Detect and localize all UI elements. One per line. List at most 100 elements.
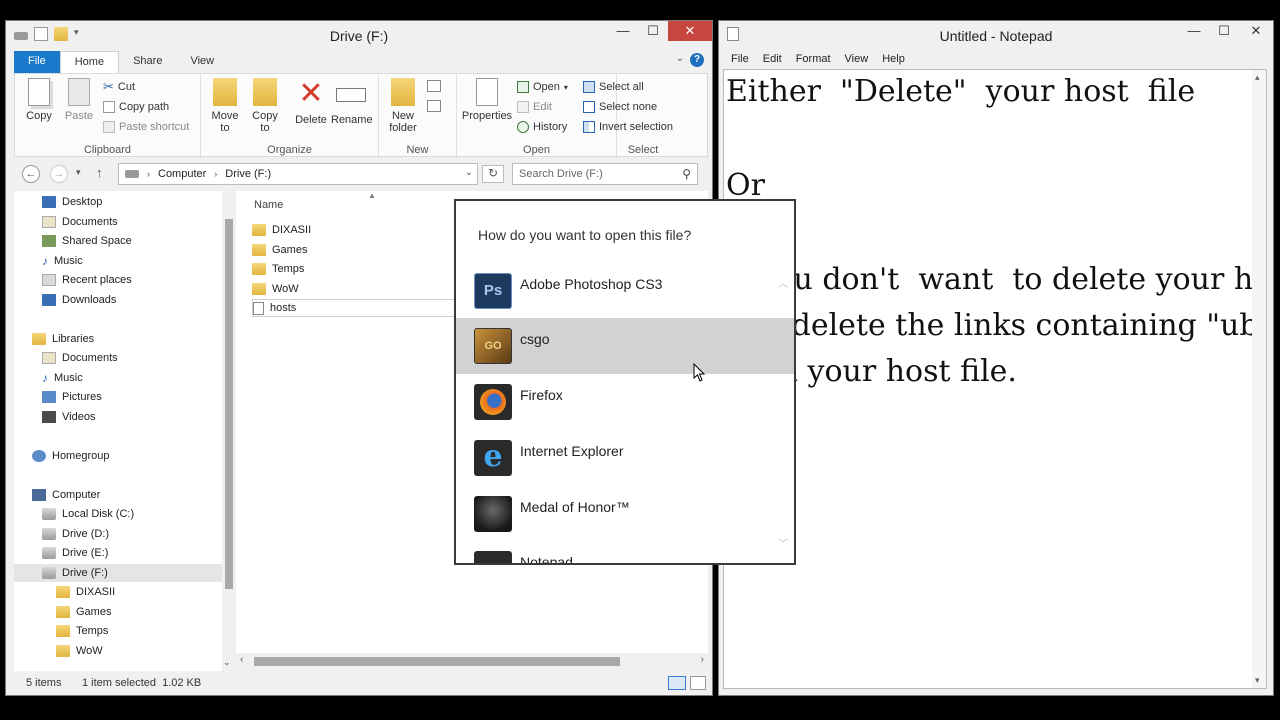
nav-item-drive-e[interactable]: Drive (E:) xyxy=(42,544,108,562)
copy-to-button[interactable]: Copy to xyxy=(245,78,285,134)
nav-item-shared-space[interactable]: Shared Space xyxy=(42,232,132,250)
nav-item-drive-f[interactable]: Drive (F:) xyxy=(14,564,222,582)
app-option-notepad[interactable]: Notepad xyxy=(456,541,794,563)
back-button[interactable]: ← xyxy=(22,165,40,183)
nav-item-wow[interactable]: WoW xyxy=(56,642,103,660)
refresh-icon[interactable]: ↻ xyxy=(482,165,504,183)
open-button[interactable]: Open ▾ xyxy=(517,78,568,96)
editor-scrollbar[interactable]: ▴ ▾ xyxy=(1252,70,1266,688)
nav-item-downloads[interactable]: Downloads xyxy=(42,291,116,309)
file-list-scrollbar[interactable]: ‹ › xyxy=(236,653,708,669)
menu-help[interactable]: Help xyxy=(882,53,905,65)
menu-format[interactable]: Format xyxy=(796,53,831,65)
explorer-titlebar[interactable]: ▾ Drive (F:) — ☐ ✕ xyxy=(6,21,712,49)
nav-item-dixasii[interactable]: DIXASII xyxy=(56,583,115,601)
nav-item-music[interactable]: ♪ Music xyxy=(42,252,83,270)
app-option-photoshop[interactable]: Ps Adobe Photoshop CS3 xyxy=(456,263,794,319)
recent-locations-icon[interactable]: ▾ xyxy=(76,167,81,178)
select-all-button[interactable]: Select all xyxy=(583,78,644,96)
search-input[interactable]: Search Drive (F:) ⚲ xyxy=(512,163,698,185)
file-item-wow[interactable]: WoW xyxy=(252,280,299,298)
nav-item-drive-d[interactable]: Drive (D:) xyxy=(42,525,109,543)
nav-item-local-disk-c[interactable]: Local Disk (C:) xyxy=(42,505,134,523)
tab-home[interactable]: Home xyxy=(59,51,120,73)
tab-view[interactable]: View xyxy=(176,51,228,73)
menu-edit[interactable]: Edit xyxy=(763,53,782,65)
chevron-down-icon[interactable]: ⌄ xyxy=(223,657,231,668)
chevron-down-icon[interactable]: ▾ xyxy=(1255,675,1260,686)
nav-item-lib-pictures[interactable]: Pictures xyxy=(42,388,102,406)
edit-button[interactable]: Edit xyxy=(517,98,552,116)
cut-button[interactable]: ✂ Cut xyxy=(103,78,135,96)
minimize-button[interactable]: — xyxy=(1179,21,1209,41)
tab-file[interactable]: File xyxy=(14,51,60,73)
documents-icon xyxy=(42,216,56,228)
breadcrumb-drive[interactable]: Drive (F:) xyxy=(225,168,271,180)
nav-item-documents[interactable]: Documents xyxy=(42,213,118,231)
notepad-titlebar[interactable]: Untitled - Notepad — ☐ ✕ xyxy=(719,21,1273,49)
copy-button[interactable]: Copy xyxy=(19,78,59,122)
invert-selection-button[interactable]: Invert selection xyxy=(583,118,673,136)
paste-shortcut-button[interactable]: Paste shortcut xyxy=(103,118,189,136)
file-item-games[interactable]: Games xyxy=(252,241,307,259)
nav-item-lib-music[interactable]: ♪ Music xyxy=(42,369,83,387)
nav-item-homegroup[interactable]: Homegroup xyxy=(32,447,109,465)
maximize-button[interactable]: ☐ xyxy=(638,21,668,41)
close-button[interactable]: ✕ xyxy=(668,21,712,41)
history-button[interactable]: History xyxy=(517,118,567,136)
menu-view[interactable]: View xyxy=(845,53,869,65)
forward-button[interactable]: → xyxy=(50,165,68,183)
chevron-down-icon[interactable]: ﹀ xyxy=(778,535,788,550)
nav-item-games[interactable]: Games xyxy=(56,603,111,621)
photoshop-icon: Ps xyxy=(474,273,512,309)
nav-item-recent-places[interactable]: Recent places xyxy=(42,271,132,289)
navigation-scrollbar[interactable] xyxy=(222,191,236,671)
select-none-button[interactable]: Select none xyxy=(583,98,657,116)
properties-button[interactable]: Properties xyxy=(459,78,515,122)
move-to-button[interactable]: Move to xyxy=(205,78,245,134)
app-option-csgo[interactable]: GO csgo xyxy=(456,318,794,374)
chevron-up-icon[interactable]: ▴ xyxy=(1255,72,1260,83)
delete-button[interactable]: ✕ Delete xyxy=(291,78,331,127)
up-arrow-icon[interactable]: ↑ xyxy=(96,165,103,180)
minimize-button[interactable]: — xyxy=(608,21,638,41)
app-option-internet-explorer[interactable]: e Internet Explorer xyxy=(456,430,794,486)
file-item-dixasii[interactable]: DIXASII xyxy=(252,221,311,239)
chevron-up-icon[interactable]: ︿ xyxy=(778,275,788,290)
chevron-down-icon[interactable]: ⌄ xyxy=(465,167,473,178)
new-folder-button[interactable]: New folder xyxy=(383,78,423,134)
column-header-name[interactable]: Name xyxy=(254,199,283,211)
scrollbar-thumb[interactable] xyxy=(254,657,620,666)
paste-button[interactable]: Paste xyxy=(59,78,99,122)
rename-button[interactable]: Rename xyxy=(331,78,373,126)
breadcrumb-computer[interactable]: Computer xyxy=(158,168,206,180)
nav-item-libraries[interactable]: Libraries xyxy=(32,330,94,348)
nav-item-temps[interactable]: Temps xyxy=(56,622,108,640)
help-icon[interactable]: ? xyxy=(690,53,704,67)
nav-label: Drive (F:) xyxy=(62,567,108,579)
maximize-button[interactable]: ☐ xyxy=(1209,21,1239,41)
nav-label: Pictures xyxy=(62,391,102,403)
easy-access-icon[interactable] xyxy=(427,100,441,112)
text-editor[interactable]: Either "Delete" your host file Or If you… xyxy=(723,69,1267,689)
nav-item-desktop[interactable]: Desktop xyxy=(42,193,102,211)
tab-share[interactable]: Share xyxy=(119,51,176,73)
chevron-down-icon[interactable]: ⌄ xyxy=(676,53,684,64)
chevron-left-icon[interactable]: ‹ xyxy=(240,654,243,665)
app-option-medal-of-honor[interactable]: Medal of Honor™ xyxy=(456,486,794,542)
nav-item-lib-documents[interactable]: Documents xyxy=(42,349,118,367)
nav-item-lib-videos[interactable]: Videos xyxy=(42,408,95,426)
breadcrumb-separator-icon: › xyxy=(214,169,218,179)
file-item-temps[interactable]: Temps xyxy=(252,260,304,278)
app-option-firefox[interactable]: Firefox xyxy=(456,374,794,430)
new-item-icon[interactable] xyxy=(427,80,441,92)
scrollbar-thumb[interactable] xyxy=(225,219,233,589)
chevron-right-icon[interactable]: › xyxy=(701,654,704,665)
menu-file[interactable]: File xyxy=(731,53,749,65)
close-button[interactable]: ✕ xyxy=(1239,21,1273,41)
address-bar[interactable]: › Computer › Drive (F:) ⌄ xyxy=(118,163,478,185)
copy-path-button[interactable]: Copy path xyxy=(103,98,169,116)
nav-item-computer[interactable]: Computer xyxy=(32,486,100,504)
large-icons-view-icon[interactable] xyxy=(690,676,706,690)
details-view-icon[interactable] xyxy=(668,676,686,690)
